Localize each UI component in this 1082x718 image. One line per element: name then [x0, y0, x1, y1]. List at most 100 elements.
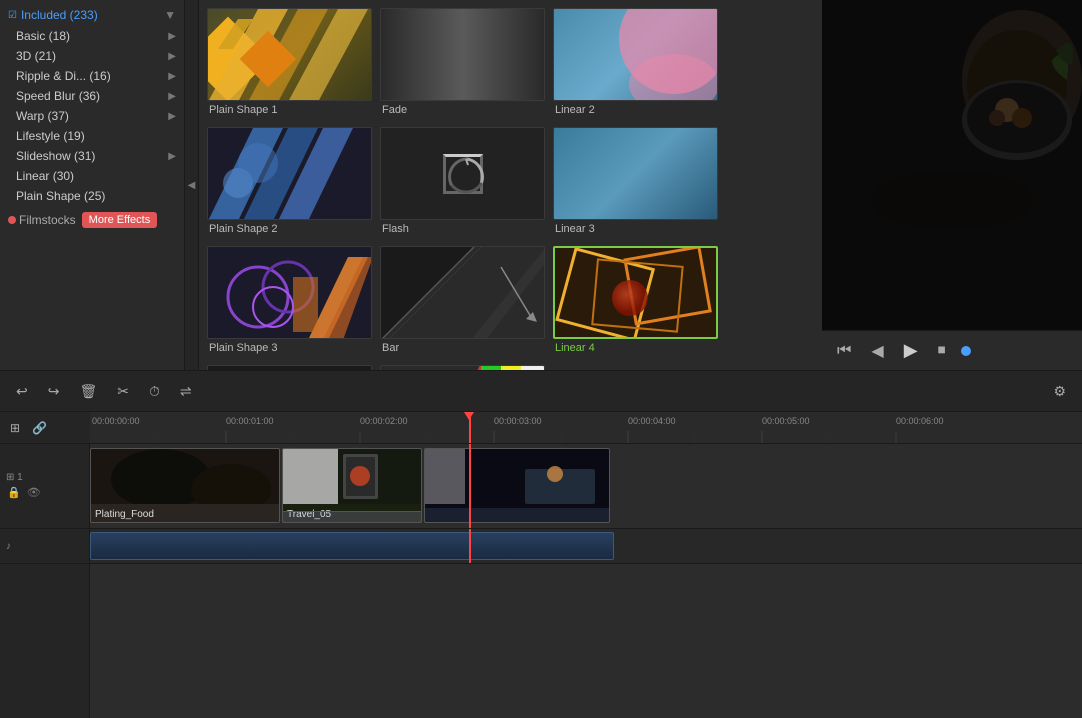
- sidebar-item-lifestyle[interactable]: Lifestyle (19): [0, 126, 184, 146]
- sidebar-item-label: Ripple & Di... (16): [16, 69, 168, 83]
- sidebar-item-speed-blur[interactable]: Speed Blur (36) ▶: [0, 86, 184, 106]
- clip-thumbnail-travel: [283, 449, 421, 504]
- history-button[interactable]: ⏱: [143, 379, 166, 404]
- effect-label-linear-3: Linear 3: [553, 220, 718, 238]
- tracks-content: Plating_Food: [90, 444, 1082, 718]
- track-labels: ⊞ 1 🔒 👁 ♪: [0, 444, 90, 718]
- effect-item-colorbars[interactable]: [380, 365, 545, 370]
- sidebar-item-basic[interactable]: Basic (18) ▶: [0, 26, 184, 46]
- sidebar-item-label: Speed Blur (36): [16, 89, 168, 103]
- effect-item-linear-3[interactable]: Linear 3: [553, 127, 718, 238]
- link-button[interactable]: 🔗: [28, 419, 51, 437]
- effect-item-plain-shape-1[interactable]: Plain Shape 1: [207, 8, 372, 119]
- sidebar-item-linear[interactable]: Linear (30): [0, 166, 184, 186]
- filmstocks-dot-red: [8, 216, 16, 224]
- sidebar-item-label: Linear (30): [16, 169, 176, 183]
- effect-thumb-linear-4: [553, 246, 718, 339]
- sidebar-item-3d[interactable]: 3D (21) ▶: [0, 46, 184, 66]
- add-track-button[interactable]: ⊞: [6, 419, 24, 437]
- audio-clip[interactable]: [90, 532, 614, 560]
- sidebar-item-ripple[interactable]: Ripple & Di... (16) ▶: [0, 66, 184, 86]
- clip-action[interactable]: [424, 448, 610, 523]
- track-number: ⊞ 1: [6, 472, 42, 483]
- settings-button[interactable]: ⚙: [1047, 379, 1072, 404]
- stop-button[interactable]: ⏹: [933, 339, 951, 363]
- timeline-area: ⊞ 🔗 00:00:00:00 00:00:01:00 00:00:02:00 …: [0, 412, 1082, 718]
- visibility-track-button[interactable]: 👁: [26, 485, 42, 500]
- sidebar-item-label: Basic (18): [16, 29, 168, 43]
- toolbar: ↩ ↪ 🗑 ✂ ⏱ ⇌ ⚙: [0, 370, 1082, 412]
- ruler-mark-4: 00:00:04:00: [628, 416, 676, 426]
- sidebar-collapse-btn[interactable]: ◀: [185, 0, 199, 370]
- effect-item-linear-2[interactable]: Linear 2: [553, 8, 718, 119]
- effect-thumb-linear-2: [553, 8, 718, 101]
- effect-label-plain-shape-3: Plain Shape 3: [207, 339, 372, 357]
- effect-thumb-plain-shape-1: [207, 8, 372, 101]
- included-label: Included (233): [21, 8, 164, 22]
- effect-thumb-dots: [207, 365, 372, 370]
- clip-thumbnail-action: [425, 449, 609, 504]
- effect-label-plain-shape-2: Plain Shape 2: [207, 220, 372, 238]
- transport-controls: ⏮ ◀ ▶ ⏹: [822, 330, 1082, 370]
- toolbar-right: ⚙: [1047, 379, 1072, 404]
- effects-sidebar: ☑ Included (233) ▼ Basic (18) ▶ 3D (21) …: [0, 0, 185, 370]
- effect-item-linear-4[interactable]: Linear 4: [553, 246, 718, 357]
- cut-button[interactable]: ✂: [111, 379, 135, 404]
- sidebar-item-label: Plain Shape (25): [16, 189, 176, 203]
- effect-item-fade[interactable]: Fade: [380, 8, 545, 119]
- effect-label-bar: Bar: [380, 339, 545, 357]
- effect-label-flash: Flash: [380, 220, 545, 238]
- effects-grid: Plain Shape 1 Fade Linea: [199, 0, 822, 370]
- lock-track-button[interactable]: 🔒: [6, 485, 22, 500]
- adjustments-button[interactable]: ⇌: [174, 379, 198, 404]
- included-header[interactable]: ☑ Included (233) ▼: [0, 4, 184, 26]
- undo-button[interactable]: ↩: [10, 379, 34, 404]
- sidebar-item-label: 3D (21): [16, 49, 168, 63]
- clip-plating-food[interactable]: Plating_Food: [90, 448, 280, 523]
- track-label-audio-content: ♪: [6, 541, 11, 552]
- ruler-marks-container: 00:00:00:00 00:00:01:00 00:00:02:00 00:0…: [90, 412, 1082, 443]
- ruler-mark-3: 00:00:03:00: [494, 416, 542, 426]
- effect-thumb-linear-3: [553, 127, 718, 220]
- sidebar-item-label: Warp (37): [16, 109, 168, 123]
- clip-thumb-action-svg: [425, 449, 609, 504]
- rewind-button[interactable]: ⏮: [832, 339, 856, 363]
- effect-item-plain-shape-3[interactable]: Plain Shape 3: [207, 246, 372, 357]
- delete-button[interactable]: 🗑: [73, 379, 103, 404]
- ruler-mark-6: 00:00:06:00: [896, 416, 944, 426]
- effect-thumb-plain-shape-3: [207, 246, 372, 339]
- redo-button[interactable]: ↪: [42, 379, 66, 404]
- chevron-right-icon: ▶: [168, 151, 176, 162]
- play-button[interactable]: ▶: [899, 337, 923, 364]
- preview-area: ⏮ ◀ ▶ ⏹: [822, 0, 1082, 370]
- step-back-button[interactable]: ◀: [866, 338, 888, 364]
- ruler-ticks: [90, 431, 1082, 443]
- play-position-indicator: [961, 346, 971, 356]
- chevron-right-icon: ▶: [168, 71, 176, 82]
- sidebar-item-warp[interactable]: Warp (37) ▶: [0, 106, 184, 126]
- effect-thumb-colorbars: [380, 365, 545, 370]
- track-controls: 🔒 👁: [6, 485, 42, 500]
- effect-item-dots[interactable]: [207, 365, 372, 370]
- track-label-video-1: ⊞ 1 🔒 👁: [0, 444, 89, 529]
- chevron-right-icon: ▶: [168, 51, 176, 62]
- preview-image: [822, 0, 1082, 330]
- more-effects-button[interactable]: More Effects: [82, 212, 158, 228]
- effect-bar-travel[interactable]: [282, 511, 422, 523]
- sidebar-item-slideshow[interactable]: Slideshow (31) ▶: [0, 146, 184, 166]
- clip-label-food: Plating_Food: [91, 504, 279, 522]
- effect-label-fade: Fade: [380, 101, 545, 119]
- chevron-left-icon: ◀: [188, 180, 196, 191]
- check-icon: ☑: [8, 10, 17, 21]
- effects-grid-area: Plain Shape 1 Fade Linea: [199, 0, 822, 370]
- effect-item-bar[interactable]: Bar: [380, 246, 545, 357]
- effect-item-flash[interactable]: Flash: [380, 127, 545, 238]
- chevron-down-icon: ▼: [164, 8, 176, 22]
- sidebar-item-label: Slideshow (31): [16, 149, 168, 163]
- chevron-right-icon: ▶: [168, 31, 176, 42]
- effect-label-linear-2: Linear 2: [553, 101, 718, 119]
- sidebar-item-plain-shape[interactable]: Plain Shape (25): [0, 186, 184, 206]
- effect-item-plain-shape-2[interactable]: Plain Shape 2: [207, 127, 372, 238]
- chevron-right-icon: ▶: [168, 91, 176, 102]
- clip-name-food: Plating_Food: [95, 509, 154, 520]
